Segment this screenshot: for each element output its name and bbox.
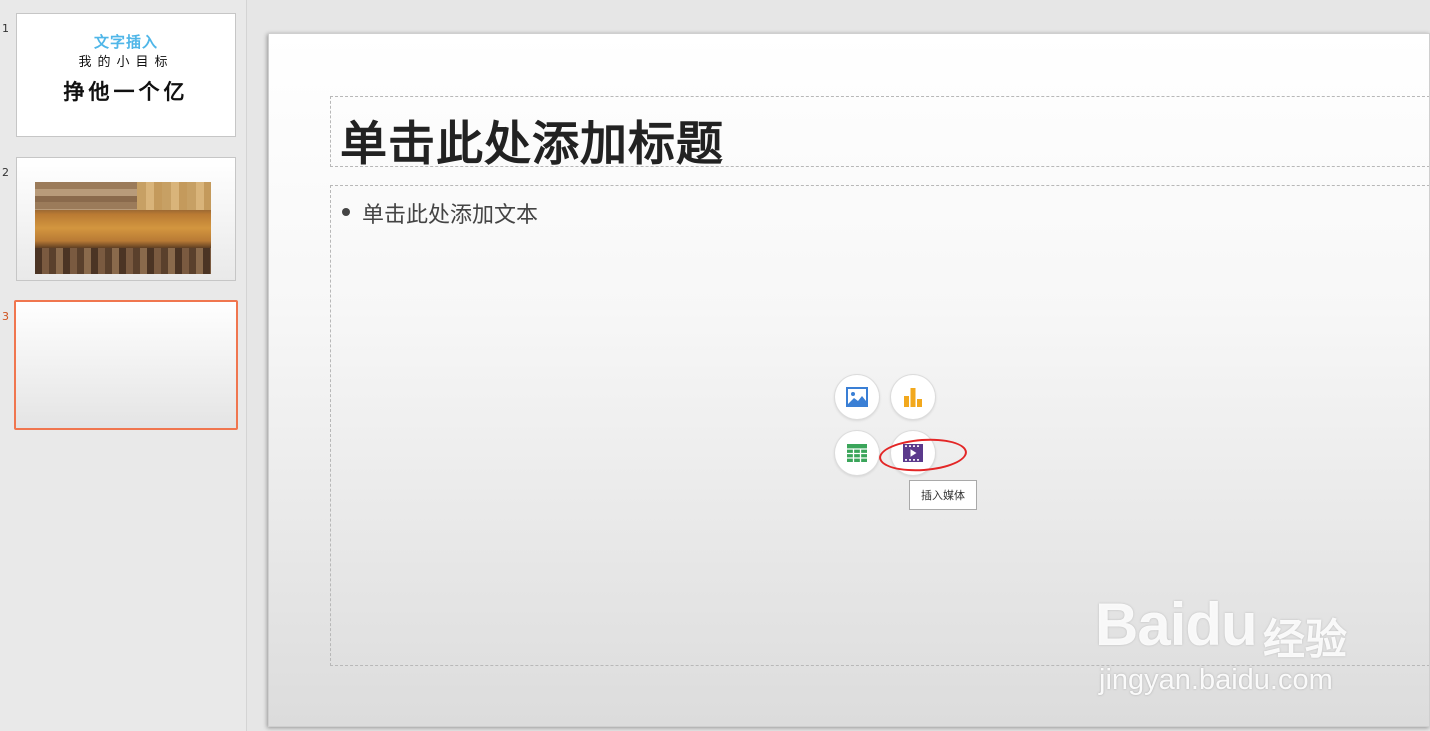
slide-thumbnail-pane[interactable]: 1 文字插入 我的小目标 挣他一个亿 2 3 bbox=[0, 0, 247, 731]
slide-thumbnail-2[interactable] bbox=[16, 157, 236, 281]
wood-background-image bbox=[35, 182, 211, 274]
slide-canvas: 单击此处添加标题 单击此处添加文本 插入媒体 Baidu 经验 jingyan.… bbox=[247, 0, 1430, 731]
body-placeholder-text: 单击此处添加文本 bbox=[362, 203, 539, 228]
slide-number-2: 2 bbox=[2, 166, 9, 179]
title-placeholder[interactable]: 单击此处添加标题 bbox=[330, 96, 1429, 172]
slide-thumbnail-1[interactable]: 文字插入 我的小目标 挣他一个亿 bbox=[16, 13, 236, 137]
slide-thumbnail-3[interactable] bbox=[14, 300, 238, 430]
slide-number-1: 1 bbox=[2, 22, 9, 35]
picture-icon bbox=[846, 387, 868, 407]
bar-chart-icon bbox=[904, 388, 922, 407]
thumb1-line2: 我的小目标 bbox=[78, 55, 174, 70]
table-icon bbox=[847, 444, 867, 462]
presentation-editor: 1 文字插入 我的小目标 挣他一个亿 2 3 单击此处添加标题 单击此处添加文本 bbox=[0, 0, 1430, 731]
watermark-logo: Baidu bbox=[1095, 591, 1258, 658]
thumb1-title: 文字插入 bbox=[93, 33, 158, 51]
slide-number-3: 3 bbox=[2, 310, 9, 323]
insert-media-tooltip: 插入媒体 bbox=[909, 480, 977, 510]
bullet-icon bbox=[342, 208, 350, 216]
watermark-url: jingyan.baidu.com bbox=[1099, 664, 1333, 696]
title-placeholder-text: 单击此处添加标题 bbox=[340, 117, 724, 172]
thumb1-line3: 挣他一个亿 bbox=[63, 79, 189, 104]
insert-table-button[interactable] bbox=[835, 431, 879, 475]
insert-picture-button[interactable] bbox=[835, 375, 879, 419]
baidu-jingyan-watermark: Baidu 经验 jingyan.baidu.com bbox=[1095, 576, 1395, 706]
watermark-cn: 经验 bbox=[1263, 615, 1348, 664]
insert-chart-button[interactable] bbox=[891, 375, 935, 419]
